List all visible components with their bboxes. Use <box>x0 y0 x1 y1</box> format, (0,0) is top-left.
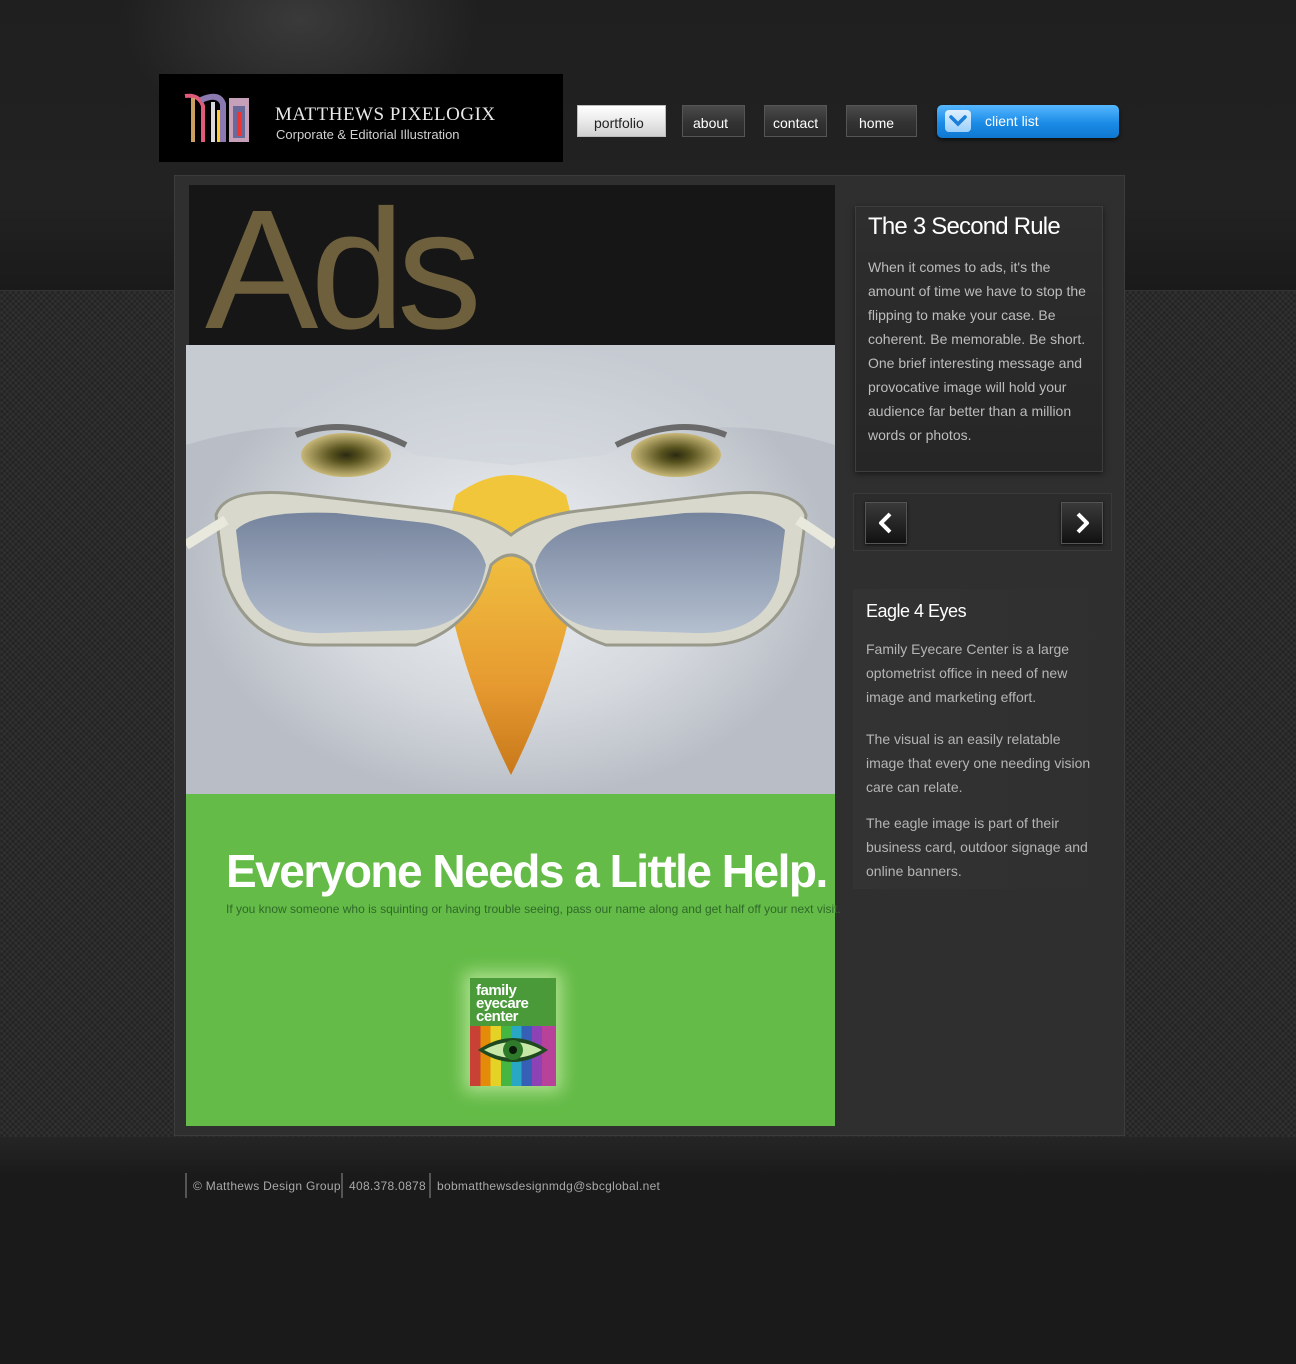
chevron-left-icon <box>879 512 892 534</box>
client-list-button[interactable]: client list <box>937 105 1119 138</box>
site-logo[interactable]: MATTHEWS PIXELOGIX Corporate & Editorial… <box>159 74 563 162</box>
client-list-label: client list <box>985 113 1039 129</box>
eye-icon <box>478 1038 548 1062</box>
rule-text: When it comes to ads, it's the amount of… <box>868 259 1086 443</box>
ad-tagline: If you know someone who is squinting or … <box>226 902 841 916</box>
project-title: Eagle 4 Eyes <box>866 601 967 621</box>
nav-home[interactable]: home <box>846 105 917 137</box>
nav-about[interactable]: about <box>682 105 745 137</box>
slide-pager <box>853 493 1112 551</box>
project-paragraph-1: Family Eyecare Center is a large optomet… <box>866 641 1070 705</box>
project-description: Eagle 4 Eyes Family Eyecare Center is a … <box>853 589 1112 889</box>
footer-background <box>0 1137 1296 1364</box>
family-eyecare-logo: family eyecare center <box>470 978 556 1086</box>
brand-subtitle: Corporate & Editorial Illustration <box>276 127 460 142</box>
section-banner: Ads <box>189 185 835 345</box>
brand-title: MATTHEWS PIXELOGIX <box>275 104 496 125</box>
chevron-right-icon <box>1076 512 1089 534</box>
footer-email[interactable]: bobmatthewsdesignmdg@sbcglobal.net <box>429 1173 660 1198</box>
section-title: Ads <box>205 185 482 345</box>
footer-copyright: © Matthews Design Group <box>185 1173 341 1198</box>
project-paragraph-2: The visual is an easily relatable image … <box>866 731 1091 795</box>
ad-panel: Everyone Needs a Little Help. If you kno… <box>186 794 841 1126</box>
nav-contact[interactable]: contact <box>764 105 827 137</box>
chevron-down-icon <box>945 110 971 132</box>
footer-phone[interactable]: 408.378.0878 <box>341 1173 426 1198</box>
rule-title: The 3 Second Rule <box>868 213 1061 240</box>
logo-text: family eyecare center <box>476 983 529 1024</box>
nav-portfolio[interactable]: portfolio <box>577 105 666 137</box>
eagle-with-glasses-image <box>186 345 835 775</box>
project-paragraph-3: The eagle image is part of their busines… <box>866 815 1088 879</box>
prev-button[interactable] <box>865 502 907 544</box>
pixelogix-logo-icon <box>179 92 255 144</box>
ad-headline: Everyone Needs a Little Help. <box>226 845 828 897</box>
next-button[interactable] <box>1061 502 1103 544</box>
eagle-illustration <box>186 345 835 794</box>
three-second-rule-box: The 3 Second Rule When it comes to ads, … <box>855 206 1103 472</box>
